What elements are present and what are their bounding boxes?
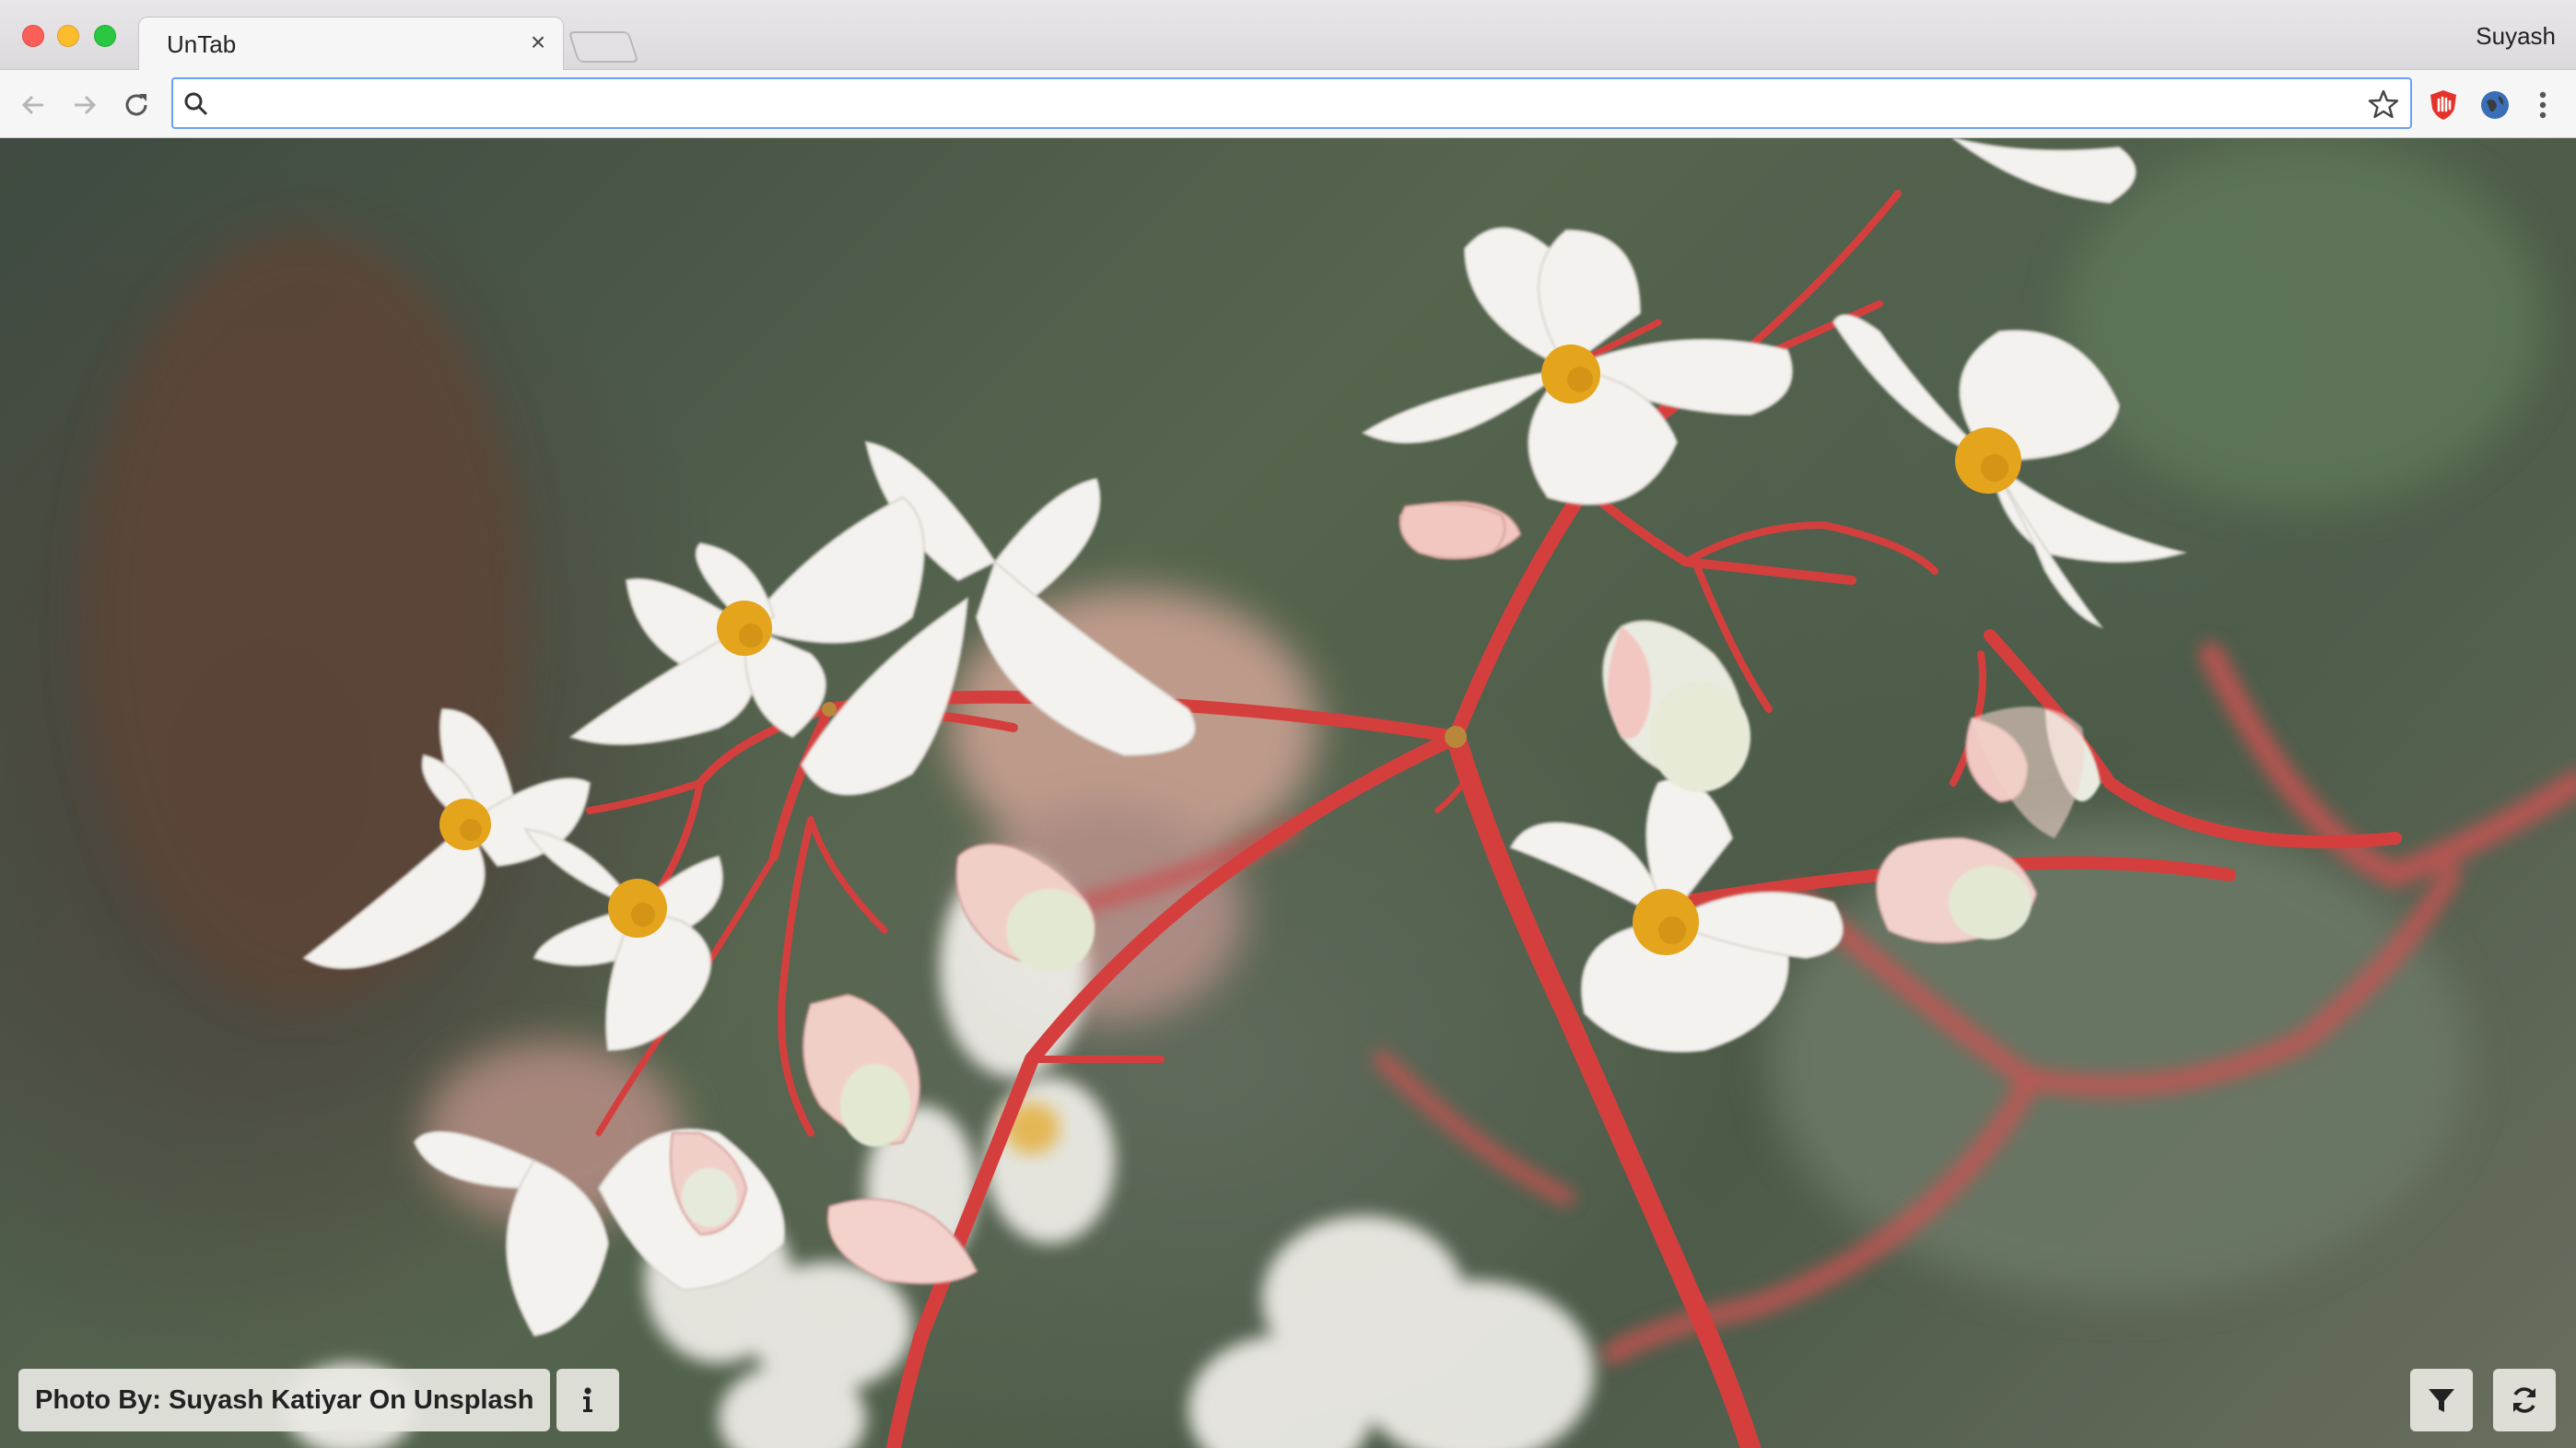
info-icon	[583, 1387, 592, 1412]
tab-untab[interactable]: UnTab ×	[138, 17, 564, 72]
arrow-right-icon	[75, 95, 97, 115]
address-bar[interactable]	[171, 77, 2412, 129]
filter-icon	[2429, 1389, 2454, 1412]
new-tab-page: Photo By: Suyash Katiyar On Unsplash	[0, 138, 2576, 1448]
profile-name[interactable]: Suyash	[2476, 22, 2556, 51]
tab-close-icon[interactable]: ×	[524, 28, 552, 56]
bookmark-star-icon[interactable]	[2368, 88, 2399, 120]
search-icon	[184, 92, 208, 116]
refresh-button[interactable]	[2493, 1369, 2556, 1431]
filter-button[interactable]	[2410, 1369, 2473, 1431]
forward-button[interactable]	[64, 85, 105, 125]
info-button[interactable]	[556, 1369, 619, 1431]
reload-button[interactable]	[116, 85, 157, 125]
tab-title: UnTab	[167, 30, 237, 58]
address-input[interactable]	[217, 85, 2336, 122]
reload-icon	[125, 94, 147, 116]
window-maximize-button[interactable]	[94, 25, 116, 47]
arrow-left-icon	[21, 95, 43, 115]
window-close-button[interactable]	[22, 25, 44, 47]
globe-extension-icon[interactable]	[2478, 88, 2512, 122]
browser-menu-icon[interactable]	[2532, 87, 2554, 123]
browser-titlebar: UnTab × Suyash	[0, 0, 2576, 72]
photo-credit[interactable]: Photo By: Suyash Katiyar On Unsplash	[18, 1369, 551, 1431]
new-tab-button[interactable]	[568, 31, 639, 63]
browser-toolbar	[0, 70, 2576, 138]
shield-extension-icon[interactable]	[2427, 88, 2460, 122]
back-button[interactable]	[13, 85, 53, 125]
window-minimize-button[interactable]	[57, 25, 79, 47]
refresh-icon	[2513, 1387, 2535, 1413]
background-photo	[83, 138, 2576, 1448]
